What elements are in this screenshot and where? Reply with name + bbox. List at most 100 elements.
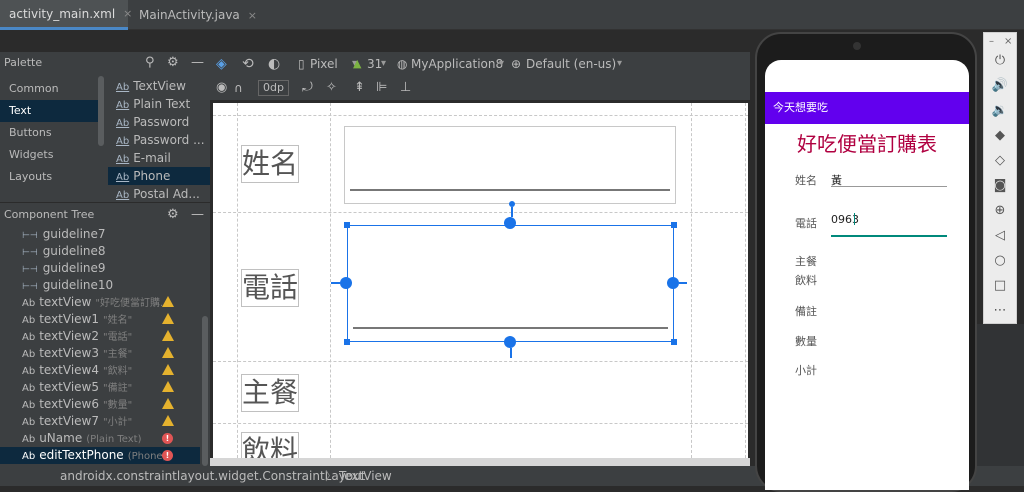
tree-row-textview6[interactable]: Ab textView6 "數量"	[0, 396, 200, 413]
guidelines-icon[interactable]: ⊥	[400, 76, 411, 100]
design-canvas[interactable]: 姓名 電話 主餐 飲料	[210, 100, 750, 466]
palette-item-password[interactable]: Ab Password	[108, 113, 210, 131]
error-icon[interactable]: !	[162, 450, 173, 461]
palette-item-textview[interactable]: Ab TextView	[108, 77, 210, 95]
tree-row-textview7[interactable]: Ab textView7 "小計"	[0, 413, 200, 430]
guideline-horizontal[interactable]	[213, 115, 748, 116]
warning-icon[interactable]	[162, 296, 174, 307]
device-selector[interactable]: Pixel	[310, 52, 338, 76]
tree-row-guideline10[interactable]: ⊢⊣ guideline10	[0, 277, 200, 294]
right-anchor[interactable]	[667, 277, 679, 289]
back-icon[interactable]: ◁	[984, 225, 1016, 247]
tree-row-edittextphone[interactable]: Ab editTextPhone (Phone)!	[0, 447, 200, 464]
warning-icon[interactable]	[162, 398, 174, 409]
eye-icon[interactable]: ◉	[216, 76, 227, 100]
magnet-icon[interactable]: ∩	[234, 76, 243, 100]
rotate-left-icon[interactable]: ◆	[984, 125, 1016, 147]
volume-up-icon[interactable]: 🔊	[984, 75, 1016, 97]
palette-category-text[interactable]: Text	[0, 100, 100, 122]
guideline-vertical[interactable]	[745, 103, 746, 463]
palette-item-phone[interactable]: Ab Phone	[108, 167, 210, 185]
top-anchor[interactable]	[504, 217, 516, 229]
tree-row-uname[interactable]: Ab uName (Plain Text)!	[0, 430, 200, 447]
more-icon[interactable]: ⋯	[984, 300, 1016, 322]
palette-category-widgets[interactable]: Widgets	[0, 144, 100, 166]
error-icon[interactable]: !	[162, 433, 173, 444]
design-label-main-meal[interactable]: 主餐	[241, 374, 299, 412]
palette-category-buttons[interactable]: Buttons	[0, 122, 100, 144]
tree-row-textview[interactable]: Ab textView "好吃便當訂購...	[0, 294, 200, 311]
tree-row-textview2[interactable]: Ab textView2 "電話"	[0, 328, 200, 345]
palette-item-plain-text[interactable]: Ab Plain Text	[108, 95, 210, 113]
guideline-horizontal[interactable]	[213, 423, 748, 424]
pack-icon[interactable]: ⇞	[354, 76, 365, 100]
warning-icon[interactable]	[162, 347, 174, 358]
gear-icon[interactable]: ⚙	[167, 203, 179, 227]
night-mode-icon[interactable]: ◐	[268, 52, 280, 76]
align-icon[interactable]: ⊫	[376, 76, 387, 100]
design-name-input[interactable]	[344, 126, 676, 204]
tree-row-textview4[interactable]: Ab textView4 "飲料"	[0, 362, 200, 379]
tree-row-guideline9[interactable]: ⊢⊣ guideline9	[0, 260, 200, 277]
guideline-vertical[interactable]	[691, 103, 692, 463]
home-icon[interactable]: ○	[984, 250, 1016, 272]
layout-blueprint[interactable]: 姓名 電話 主餐 飲料	[213, 103, 748, 466]
zoom-icon[interactable]: ⊕	[984, 200, 1016, 222]
bottom-anchor[interactable]	[504, 336, 516, 348]
palette-category-layouts[interactable]: Layouts	[0, 166, 100, 188]
default-margin-field[interactable]: 0dp	[258, 80, 289, 96]
warning-icon[interactable]	[162, 330, 174, 341]
gear-icon[interactable]: ⚙	[167, 52, 179, 74]
left-anchor[interactable]	[340, 277, 352, 289]
power-icon[interactable]: ⏻	[984, 50, 1016, 72]
orientation-icon[interactable]: ⟲	[242, 52, 254, 76]
breadcrumb-leaf[interactable]: TextView	[339, 466, 392, 486]
horizontal-scrollbar[interactable]	[210, 458, 750, 466]
resize-handle[interactable]	[344, 339, 350, 345]
overview-icon[interactable]: □	[984, 275, 1016, 297]
tree-row-guideline8[interactable]: ⊢⊣ guideline8	[0, 243, 200, 260]
design-phone-input-selected[interactable]	[347, 225, 674, 342]
resize-handle[interactable]	[671, 222, 677, 228]
tree-row-guideline7[interactable]: ⊢⊣ guideline7	[0, 226, 200, 243]
locale-selector[interactable]: Default (en-us)	[526, 52, 616, 76]
tab-main-activity[interactable]: MainActivity.java ×	[130, 0, 262, 30]
volume-down-icon[interactable]: 🔉	[984, 100, 1016, 122]
palette-category-common[interactable]: Common	[0, 78, 100, 100]
palette-scrollbar[interactable]	[98, 76, 104, 146]
warning-icon[interactable]	[162, 364, 174, 375]
palette-item-postal-address[interactable]: Ab Postal Ad...	[108, 185, 210, 201]
guideline-horizontal[interactable]	[213, 361, 748, 362]
rotate-right-icon[interactable]: ◇	[984, 150, 1016, 172]
app-theme-selector[interactable]: MyApplication8	[411, 52, 503, 76]
warning-icon[interactable]	[162, 381, 174, 392]
tree-row-textview3[interactable]: Ab textView3 "主餐"	[0, 345, 200, 362]
minimize-icon[interactable]: —	[191, 52, 204, 74]
api-level-selector[interactable]: 31	[367, 52, 382, 76]
window-minimize-button[interactable]: –	[989, 36, 994, 47]
breadcrumb-root[interactable]: androidx.constraintlayout.widget.Constra…	[60, 466, 365, 486]
resize-handle[interactable]	[344, 222, 350, 228]
guideline-vertical[interactable]	[237, 103, 238, 463]
clear-constraints-icon[interactable]: ⤾	[302, 76, 313, 100]
minimize-icon[interactable]: —	[191, 203, 204, 227]
resize-handle[interactable]	[671, 339, 677, 345]
palette-item-password-numeric[interactable]: Ab Password ...	[108, 131, 210, 149]
emulator-screen[interactable]: 今天想要吃 好吃便當訂購表 姓名 黃 電話 0963 主餐 飲料 備註 數量 小…	[765, 60, 969, 490]
guideline-horizontal[interactable]	[213, 212, 748, 213]
search-icon[interactable]: ⚲	[145, 52, 155, 74]
design-label-phone[interactable]: 電話	[241, 269, 299, 307]
close-icon[interactable]: ×	[248, 9, 257, 22]
tab-activity-main[interactable]: activity_main.xml ×	[0, 0, 132, 30]
tree-row-textview1[interactable]: Ab textView1 "姓名"	[0, 311, 200, 328]
warning-icon[interactable]	[162, 313, 174, 324]
camera-icon[interactable]: ◙	[984, 175, 1016, 197]
layers-icon[interactable]: ◈	[216, 52, 227, 76]
infer-constraints-icon[interactable]: ✧	[326, 76, 337, 100]
window-close-button[interactable]: ×	[1004, 36, 1012, 47]
tree-scrollbar[interactable]	[202, 316, 208, 466]
design-label-name[interactable]: 姓名	[241, 145, 299, 183]
palette-item-email[interactable]: Ab E-mail	[108, 149, 210, 167]
tree-row-textview5[interactable]: Ab textView5 "備註"	[0, 379, 200, 396]
warning-icon[interactable]	[162, 415, 174, 426]
